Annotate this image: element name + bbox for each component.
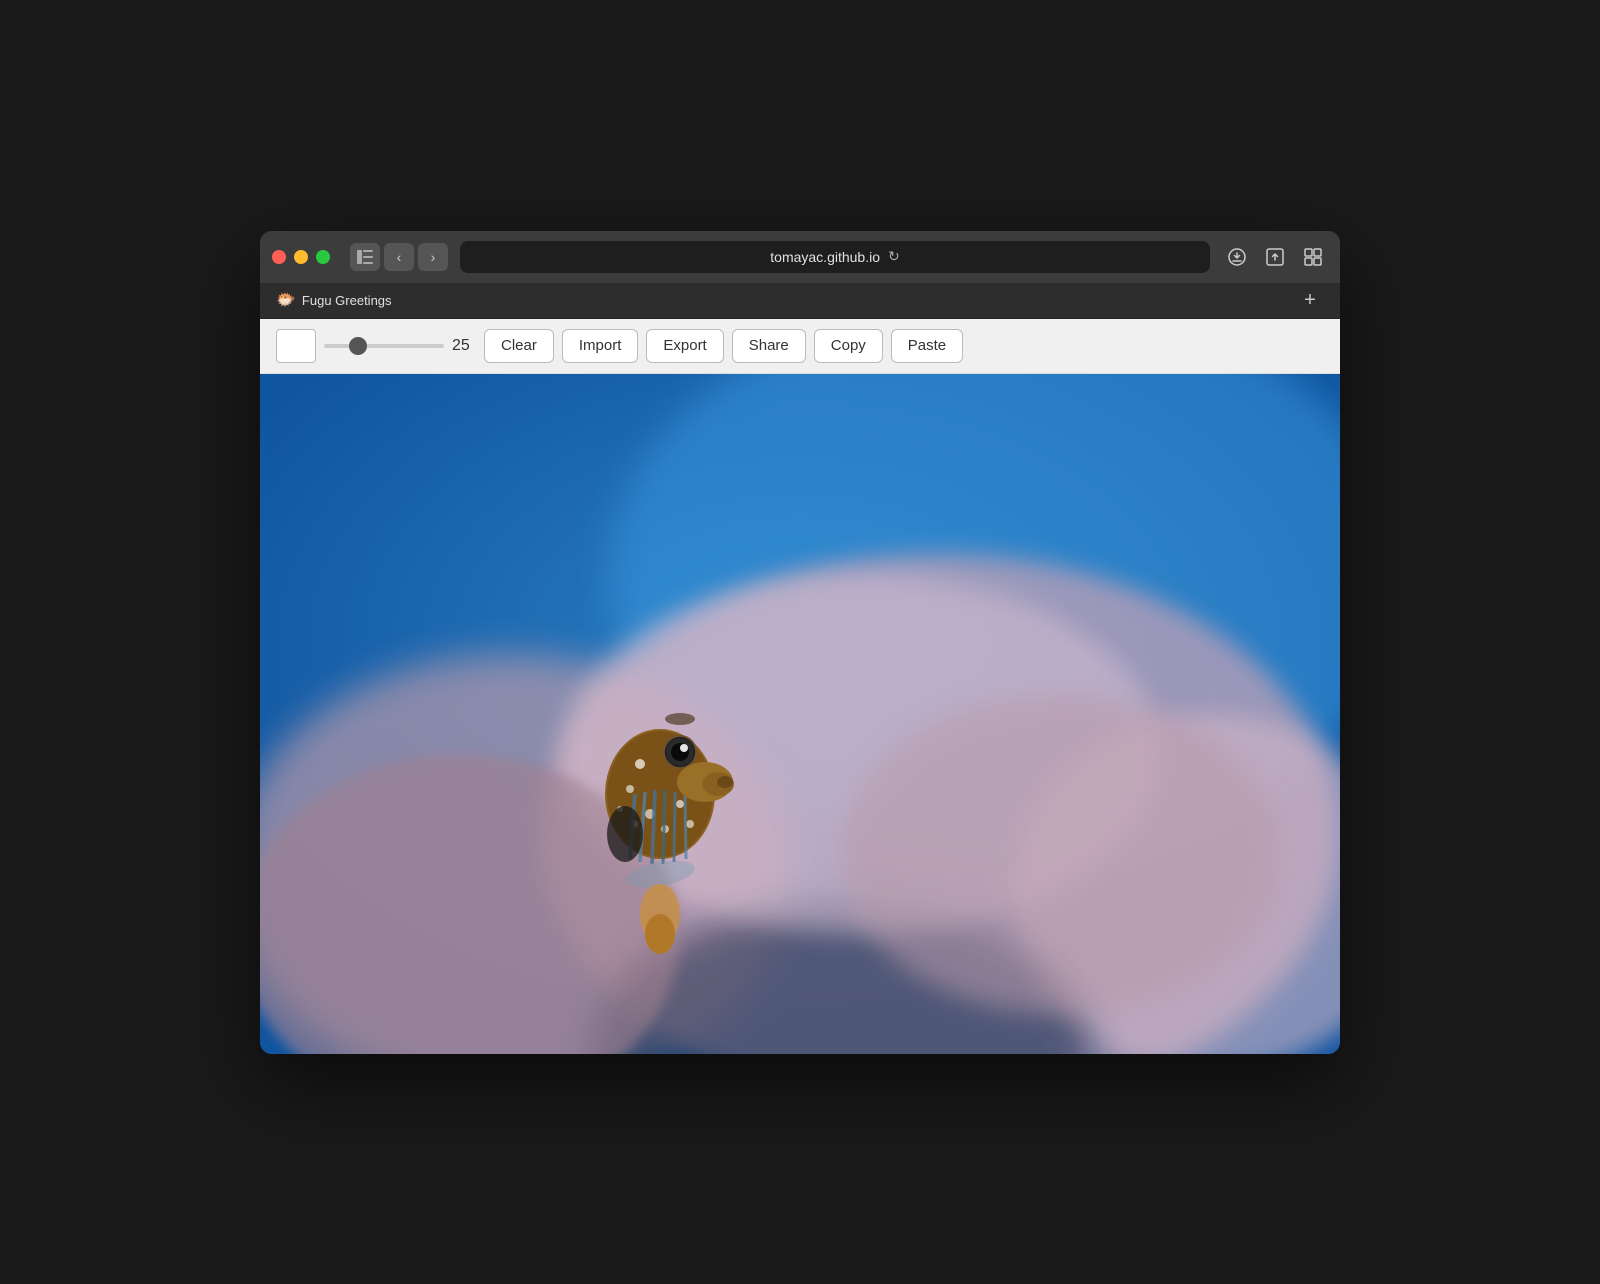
address-bar[interactable]: tomayac.github.io ↻	[460, 241, 1210, 273]
browser-window: ‹ › tomayac.github.io ↻	[260, 231, 1340, 1054]
back-button[interactable]: ‹	[384, 243, 414, 271]
clear-button[interactable]: Clear	[484, 329, 554, 363]
active-tab[interactable]: 🐡 Fugu Greetings	[276, 290, 392, 310]
color-picker[interactable]	[276, 329, 316, 363]
download-button[interactable]	[1222, 243, 1252, 271]
new-tab-button[interactable]	[1298, 243, 1328, 271]
tab-bar: 🐡 Fugu Greetings +	[260, 283, 1340, 319]
tab-title: Fugu Greetings	[302, 293, 392, 308]
app-toolbar: 25 Clear Import Export Share Copy Paste	[260, 319, 1340, 374]
paste-button[interactable]: Paste	[891, 329, 963, 363]
tab-favicon: 🐡	[276, 290, 296, 310]
title-bar: ‹ › tomayac.github.io ↻	[260, 231, 1340, 283]
minimize-button[interactable]	[294, 250, 308, 264]
brush-size-control: 25	[324, 337, 476, 355]
export-button[interactable]: Export	[646, 329, 723, 363]
back-icon: ‹	[397, 249, 402, 265]
forward-button[interactable]: ›	[418, 243, 448, 271]
traffic-lights	[272, 250, 330, 264]
canvas-svg	[260, 374, 1340, 1054]
copy-button[interactable]: Copy	[814, 329, 883, 363]
forward-icon: ›	[431, 249, 436, 265]
import-button[interactable]: Import	[562, 329, 639, 363]
brush-size-value: 25	[452, 337, 476, 355]
brush-size-slider[interactable]	[324, 344, 444, 348]
new-tab-plus-button[interactable]: +	[1296, 286, 1324, 314]
nav-buttons: ‹ ›	[342, 243, 448, 271]
fullscreen-button[interactable]	[316, 250, 330, 264]
drawing-canvas[interactable]	[260, 374, 1340, 1054]
sidebar-toggle-button[interactable]	[350, 243, 380, 271]
share-button[interactable]	[1260, 243, 1290, 271]
share-app-button[interactable]: Share	[732, 329, 806, 363]
close-button[interactable]	[272, 250, 286, 264]
browser-actions	[1222, 243, 1328, 271]
refresh-icon[interactable]: ↻	[888, 248, 900, 265]
url-text: tomayac.github.io	[770, 249, 880, 265]
